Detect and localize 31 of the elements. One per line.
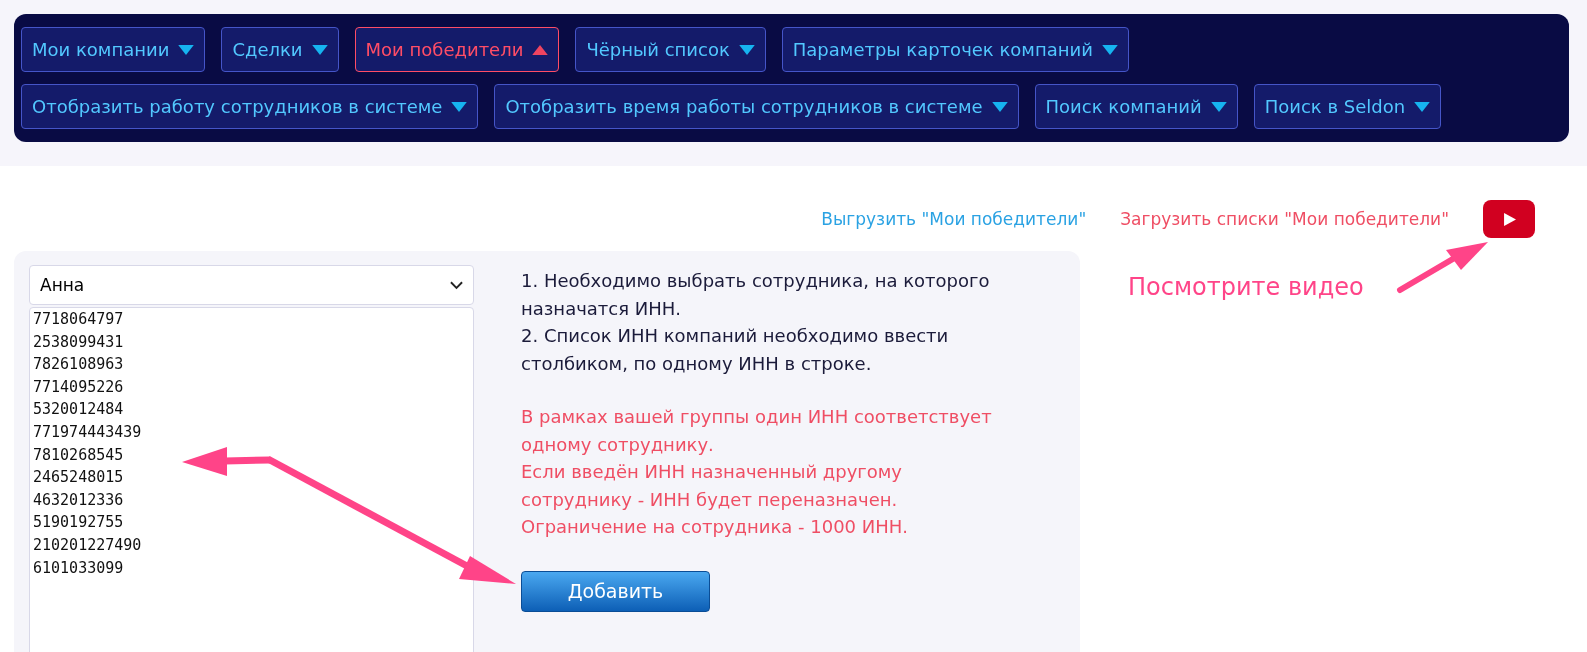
- warning-text: Ограничение на сотрудника - 1000 ИНН.: [521, 515, 910, 539]
- caret-down-icon: [1210, 101, 1227, 112]
- menu-button[interactable]: Поиск в Seldon: [1253, 84, 1442, 129]
- caret-down-icon: [178, 44, 195, 55]
- inn-input-field[interactable]: 7718064797 2538099431 7826108963 7714095226 5320012484 771974443439 7810268545 2465248015 4632012336 5190192755 210201227490 6101033099: [29, 307, 474, 652]
- menu-button[interactable]: Чёрный список: [575, 27, 766, 72]
- caret-down-icon: [451, 101, 468, 112]
- video-play-button[interactable]: [1483, 200, 1535, 238]
- menu-button[interactable]: Отобразить время работы сотрудников в системе: [494, 84, 1019, 129]
- caret-down-icon: [1101, 44, 1118, 55]
- instruction-text: 1. Необходимо выбрать сотрудника, на которого назначатся ИНН.: [521, 269, 991, 321]
- menu-button[interactable]: Сделки: [221, 27, 339, 72]
- menu-button[interactable]: Поиск компаний: [1034, 84, 1238, 129]
- import-link[interactable]: Загрузить списки "Мои победители": [1120, 209, 1449, 229]
- caret-down-icon: [311, 44, 328, 55]
- caret-down-icon: [991, 101, 1008, 112]
- warning-text: В рамках вашей группы один ИНН соответствует одному сотруднику.: [521, 405, 993, 457]
- menu-button[interactable]: Мои компании: [21, 27, 206, 72]
- add-button[interactable]: Добавить: [521, 570, 710, 612]
- menu-button[interactable]: Мои победители: [354, 27, 560, 72]
- warning-text: Если введён ИНН назначенный другому сотруднику - ИНН будет переназначен.: [521, 460, 904, 512]
- menu-button[interactable]: Параметры карточек компаний: [781, 27, 1129, 72]
- caret-down-icon: [1414, 101, 1431, 112]
- employee-select[interactable]: Анна: [29, 265, 474, 305]
- video-hint-text: Посмотрите видео: [1128, 273, 1364, 303]
- menu-button[interactable]: Отобразить работу сотрудников в системе: [21, 84, 479, 129]
- caret-down-icon: [738, 44, 755, 55]
- instruction-text: 2. Список ИНН компаний необходимо ввести столбиком, по одному ИНН в строке.: [521, 324, 950, 376]
- caret-up-icon: [532, 44, 549, 55]
- chevron-down-icon: [450, 280, 463, 290]
- play-icon: [1502, 212, 1516, 226]
